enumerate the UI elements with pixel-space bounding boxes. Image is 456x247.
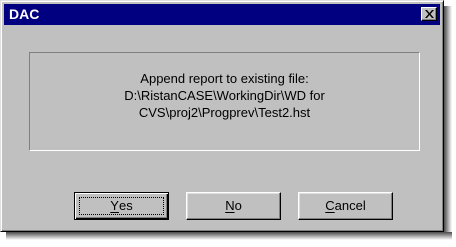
window-title: DAC xyxy=(9,6,40,22)
yes-mnemonic: Y xyxy=(110,198,119,213)
cancel-label-rest: ancel xyxy=(334,198,366,213)
message-line-2: D:\RistanCASE\WorkingDir\WD for xyxy=(124,88,325,103)
cancel-button-label: Cancel xyxy=(325,198,365,213)
message-panel: Append report to existing file: D:\Rista… xyxy=(29,52,420,151)
yes-button[interactable]: Yes xyxy=(74,192,169,220)
yes-button-label: Yes xyxy=(110,198,132,213)
message-line-3: CVS\proj2\Progprev\Test2.hst xyxy=(138,105,311,120)
close-icon xyxy=(425,10,434,18)
no-label-rest: o xyxy=(234,198,242,213)
window-shadow-right xyxy=(444,6,452,240)
no-button[interactable]: No xyxy=(186,192,281,220)
no-mnemonic: N xyxy=(225,198,235,213)
close-button[interactable] xyxy=(421,7,437,21)
window-shadow-bottom xyxy=(6,232,452,240)
no-button-label: No xyxy=(225,198,242,213)
dialog-window: DAC Append report to existing file: D:\R… xyxy=(0,0,444,232)
cancel-button[interactable]: Cancel xyxy=(298,192,393,220)
message-line-1: Append report to existing file: xyxy=(140,71,309,86)
title-bar[interactable]: DAC xyxy=(4,4,440,25)
yes-label-rest: es xyxy=(118,198,133,213)
message-text: Append report to existing file: D:\Rista… xyxy=(30,70,419,121)
cancel-mnemonic: C xyxy=(325,198,335,213)
